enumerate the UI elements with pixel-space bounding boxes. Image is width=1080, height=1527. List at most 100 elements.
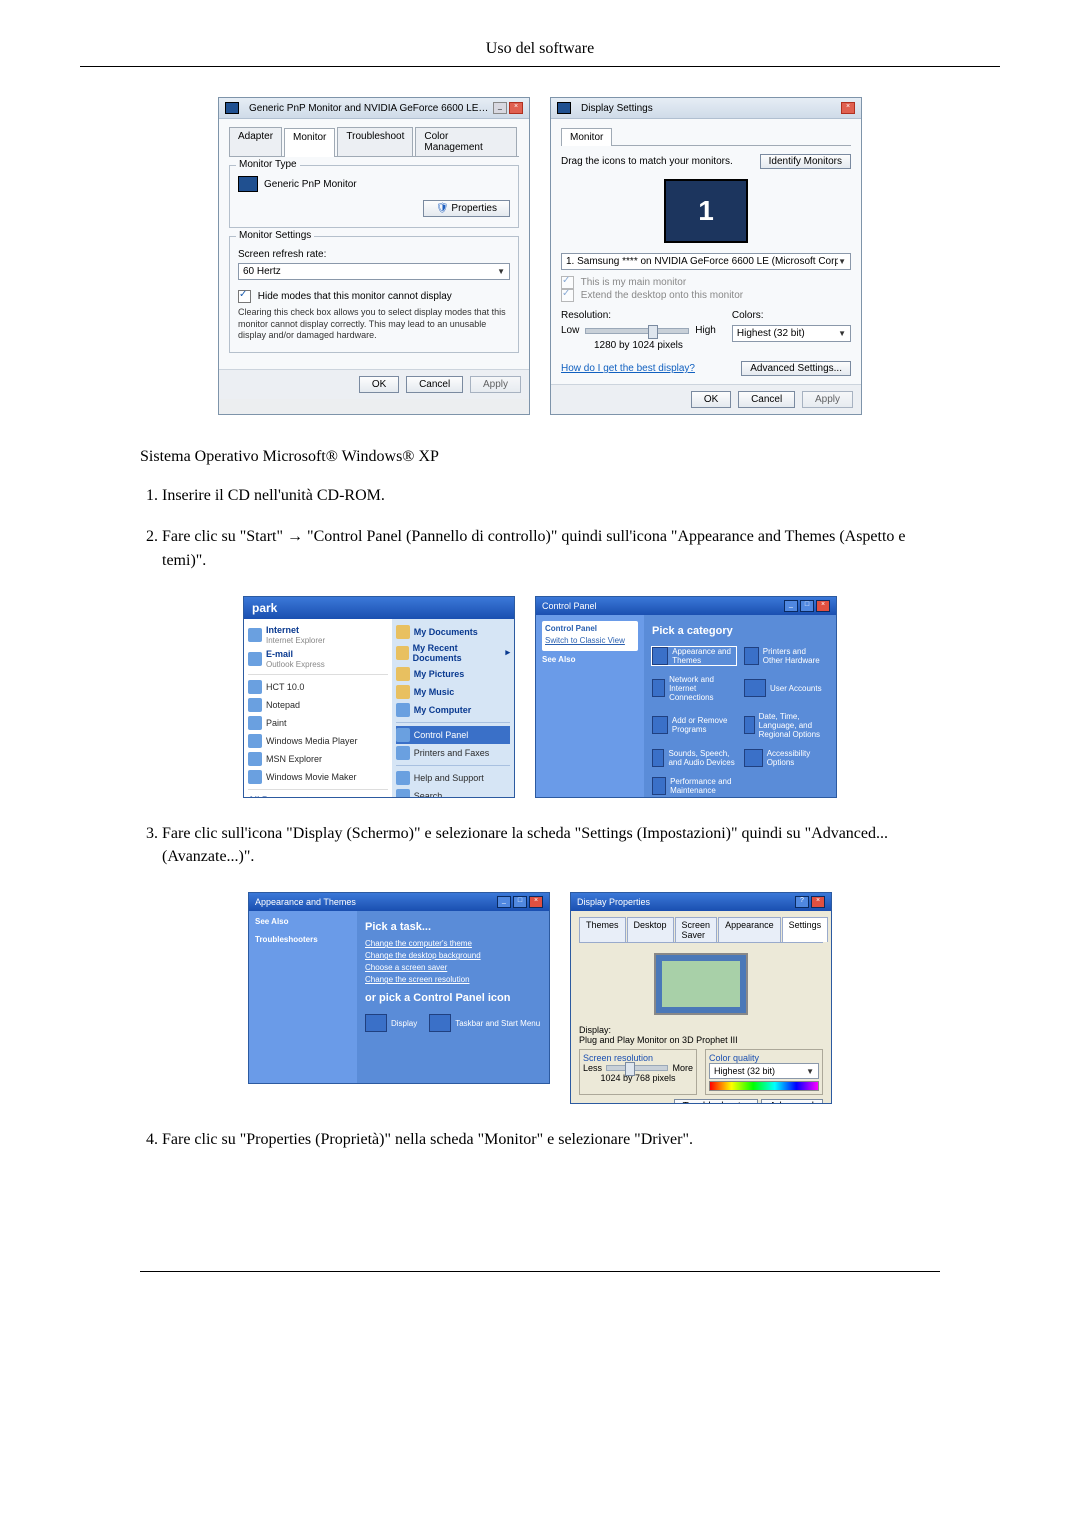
advanced-button[interactable]: Advanced <box>761 1099 823 1104</box>
cp-category[interactable]: Network and Internet Connections <box>652 675 736 702</box>
monitor-select-dropdown[interactable]: 1. Samsung **** on NVIDIA GeForce 6600 L… <box>561 253 851 270</box>
color-quality-dropdown[interactable]: Highest (32 bit)▼ <box>709 1063 819 1079</box>
xp-control-panel-window: Control Panel _□× Control Panel Switch t… <box>535 596 837 798</box>
monitor-icon <box>225 102 239 114</box>
cancel-button[interactable]: Cancel <box>738 391 795 408</box>
task-link[interactable]: Choose a screen saver <box>365 963 541 972</box>
computer-icon <box>396 703 410 717</box>
tab-monitor[interactable]: Monitor <box>284 128 335 157</box>
tab-troubleshoot[interactable]: Troubleshoot <box>337 127 413 156</box>
titlebar: Generic PnP Monitor and NVIDIA GeForce 6… <box>219 98 529 119</box>
close-button[interactable]: × <box>529 896 543 908</box>
tab-appearance[interactable]: Appearance <box>718 917 781 942</box>
close-button[interactable]: × <box>509 102 523 114</box>
pick-task-heading: Pick a task... <box>365 921 541 933</box>
all-programs[interactable]: All Programs ▶ <box>248 793 388 798</box>
identify-monitors-button[interactable]: Identify Monitors <box>760 154 851 169</box>
start-left-column: InternetInternet Explorer E-mailOutlook … <box>244 619 392 798</box>
start-item-control-panel[interactable]: Control Panel <box>396 726 510 744</box>
task-link[interactable]: Change the computer's theme <box>365 939 541 948</box>
close-button[interactable]: × <box>811 896 825 908</box>
cp-category[interactable]: User Accounts <box>744 675 828 702</box>
start-item[interactable]: Windows Media Player <box>248 732 388 750</box>
start-item[interactable]: Search <box>396 787 510 798</box>
resolution-slider[interactable] <box>585 328 689 334</box>
slider-less: Less <box>583 1063 602 1073</box>
cp-category[interactable]: Printers and Other Hardware <box>744 647 828 665</box>
cp-icon-taskbar[interactable]: Taskbar and Start Menu <box>429 1014 540 1032</box>
colors-dropdown[interactable]: Highest (32 bit)▼ <box>732 325 851 342</box>
cp-category[interactable]: Performance and Maintenance <box>652 777 736 795</box>
titlebar: Display Properties ?× <box>571 893 831 911</box>
start-item[interactable]: My Pictures <box>396 665 510 683</box>
apply-button[interactable]: Apply <box>802 391 853 408</box>
task-link[interactable]: Change the screen resolution <box>365 975 541 984</box>
hide-modes-checkbox[interactable] <box>238 290 251 303</box>
tab-monitor[interactable]: Monitor <box>561 128 612 146</box>
switch-classic-link[interactable]: Switch to Classic View <box>545 636 635 645</box>
close-button[interactable]: × <box>816 600 830 612</box>
maximize-button[interactable]: □ <box>800 600 814 612</box>
refresh-label: Screen refresh rate: <box>238 249 510 260</box>
best-display-link[interactable]: How do I get the best display? <box>561 363 695 374</box>
resolution-slider[interactable] <box>606 1065 668 1071</box>
ok-button[interactable]: OK <box>359 376 399 393</box>
task-link[interactable]: Change the desktop background <box>365 951 541 960</box>
minimize-button[interactable]: _ <box>493 102 507 114</box>
start-item[interactable]: Paint <box>248 714 388 732</box>
start-item-email[interactable]: E-mailOutlook Express <box>248 647 388 671</box>
start-item[interactable]: Windows Movie Maker <box>248 768 388 786</box>
notepad-icon <box>248 698 262 712</box>
tab-screensaver[interactable]: Screen Saver <box>675 917 718 942</box>
monitor-icon <box>238 176 258 192</box>
tab-color-management[interactable]: Color Management <box>415 127 517 156</box>
cp-category[interactable]: Sounds, Speech, and Audio Devices <box>652 749 736 767</box>
cp-category[interactable]: Date, Time, Language, and Regional Optio… <box>744 712 828 739</box>
refresh-rate-dropdown[interactable]: 60 Hertz▼ <box>238 263 510 280</box>
page-header: Uso del software <box>80 40 1000 67</box>
monitor-name: Generic PnP Monitor <box>264 179 357 190</box>
folder-icon <box>396 685 410 699</box>
maximize-button[interactable]: □ <box>513 896 527 908</box>
hide-modes-label: Hide modes that this monitor cannot disp… <box>258 291 452 302</box>
tab-themes[interactable]: Themes <box>579 917 626 942</box>
troubleshooters: Troubleshooters <box>255 935 318 944</box>
ok-button[interactable]: OK <box>691 391 731 408</box>
cp-main: Pick a category Appearance and Themes Pr… <box>644 615 836 797</box>
dp-tabs: Themes Desktop Screen Saver Appearance S… <box>579 917 823 943</box>
cp-category[interactable]: Accessibility Options <box>744 749 828 767</box>
close-button[interactable]: × <box>841 102 855 114</box>
search-icon <box>396 789 410 798</box>
minimize-button[interactable]: _ <box>784 600 798 612</box>
tab-desktop[interactable]: Desktop <box>627 917 674 942</box>
xp-appearance-themes-window: Appearance and Themes _□× See Also Troub… <box>248 892 550 1084</box>
cp-category[interactable]: Add or Remove Programs <box>652 712 736 739</box>
advanced-settings-button[interactable]: Advanced Settings... <box>741 361 851 376</box>
start-item[interactable]: My Recent Documents ▸ <box>396 641 510 665</box>
monitor-preview-1[interactable]: 1 <box>664 179 748 243</box>
start-item[interactable]: My Music <box>396 683 510 701</box>
display-value: Plug and Play Monitor on 3D Prophet III <box>579 1035 738 1045</box>
start-item[interactable]: MSN Explorer <box>248 750 388 768</box>
start-item[interactable]: Help and Support <box>396 769 510 787</box>
start-item[interactable]: Printers and Faxes <box>396 744 510 762</box>
start-item[interactable]: My Computer <box>396 701 510 719</box>
tab-settings[interactable]: Settings <box>782 917 829 942</box>
apply-button[interactable]: Apply <box>470 376 521 393</box>
tabs: Adapter Monitor Troubleshoot Color Manag… <box>229 127 519 157</box>
start-right-column: My Documents My Recent Documents ▸ My Pi… <box>392 619 514 798</box>
cancel-button[interactable]: Cancel <box>406 376 463 393</box>
extend-desktop-checkbox[interactable] <box>561 289 574 302</box>
start-item[interactable]: HCT 10.0 <box>248 678 388 696</box>
cp-category-appearance[interactable]: Appearance and Themes <box>652 647 736 665</box>
tab-adapter[interactable]: Adapter <box>229 127 282 156</box>
troubleshoot-button[interactable]: Troubleshoot... <box>674 1099 758 1104</box>
start-item[interactable]: Notepad <box>248 696 388 714</box>
start-item-internet[interactable]: InternetInternet Explorer <box>248 623 388 647</box>
start-item[interactable]: My Documents <box>396 623 510 641</box>
properties-button[interactable]: 🛡 Properties <box>423 200 510 217</box>
cp-icon-display[interactable]: Display <box>365 1014 417 1032</box>
minimize-button[interactable]: _ <box>497 896 511 908</box>
help-button[interactable]: ? <box>795 896 809 908</box>
network-icon <box>652 679 665 697</box>
